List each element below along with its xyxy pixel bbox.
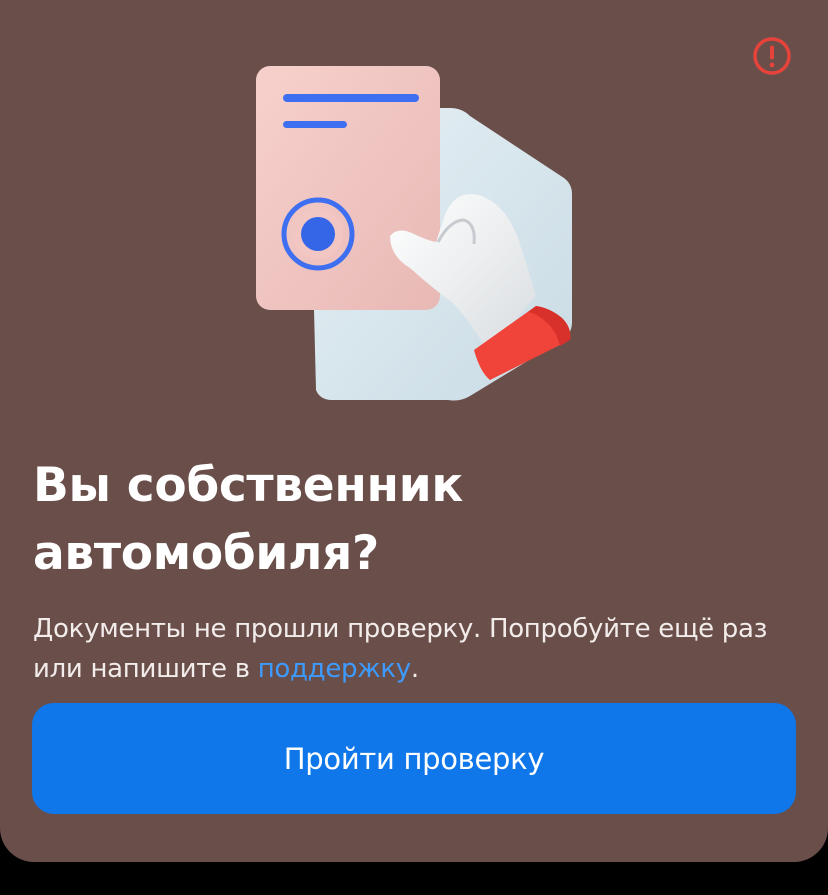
dialog-description: Документы не прошли проверку. Попробуйте… bbox=[33, 609, 803, 689]
alert-circle-icon bbox=[753, 37, 791, 75]
document-in-hand-illustration bbox=[256, 66, 572, 401]
title-line-2: автомобиля? bbox=[33, 526, 380, 581]
support-link[interactable]: поддержку bbox=[258, 654, 411, 684]
description-suffix: . bbox=[410, 654, 419, 684]
dialog-title: Вы собственник автомобиля? bbox=[33, 452, 793, 588]
verification-dialog: Вы собственник автомобиля? Документы не … bbox=[0, 0, 828, 862]
title-line-1: Вы собственник bbox=[33, 458, 463, 513]
start-verification-button[interactable]: Пройти проверку bbox=[32, 703, 796, 814]
